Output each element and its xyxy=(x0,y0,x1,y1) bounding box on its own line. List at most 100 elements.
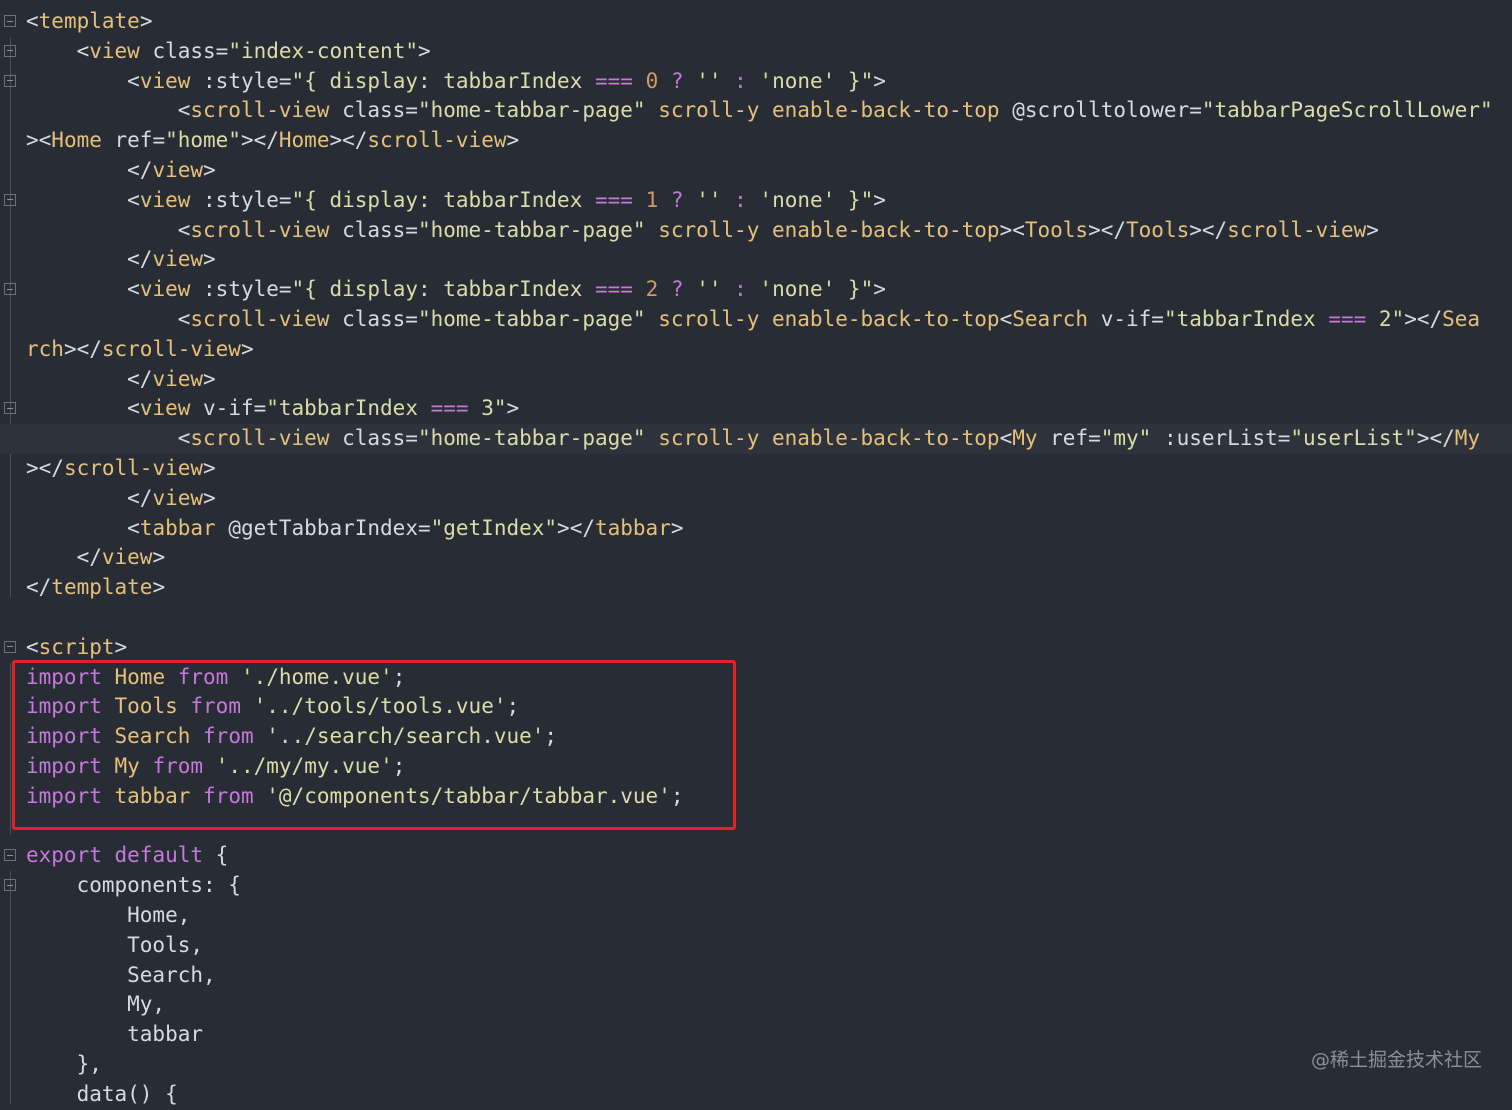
code-line[interactable]: rch></scroll-view> xyxy=(0,335,1512,365)
code-editor[interactable]: <template> <view class="index-content"> … xyxy=(0,0,1512,1106)
fold-toggle-icon[interactable] xyxy=(4,879,16,892)
code-line[interactable]: <scroll-view class="home-tabbar-page" sc… xyxy=(0,305,1512,335)
code-token: 'none' }" xyxy=(746,187,874,212)
fold-toggle-icon[interactable] xyxy=(4,849,16,862)
code-token: view xyxy=(152,247,204,272)
code-text: Home, xyxy=(26,901,190,931)
code-token: components: { xyxy=(26,873,241,898)
code-line[interactable]: <script> xyxy=(0,633,1512,663)
code-token: </ xyxy=(76,545,102,570)
code-token: === xyxy=(594,277,633,302)
code-line[interactable]: My, xyxy=(0,990,1512,1020)
code-token: === xyxy=(594,187,633,212)
code-token: "tabbarPageScrollLower" xyxy=(1201,98,1493,123)
code-line[interactable]: <view :style="{ display: tabbarIndex ===… xyxy=(0,186,1512,216)
code-token: Tools xyxy=(1126,217,1190,242)
code-token: "index-content" xyxy=(228,38,418,63)
code-line[interactable]: components: { xyxy=(0,871,1512,901)
code-token: view xyxy=(101,545,153,570)
fold-toggle-icon[interactable] xyxy=(4,74,16,87)
code-token: ? xyxy=(670,187,684,212)
code-token: view xyxy=(152,485,204,510)
code-line[interactable]: <scroll-view class="home-tabbar-page" sc… xyxy=(0,424,1512,454)
code-line[interactable]: <view class="index-content"> xyxy=(0,37,1512,67)
code-line[interactable] xyxy=(0,603,1512,633)
code-line[interactable]: </template> xyxy=(0,573,1512,603)
code-token: '' xyxy=(683,68,735,93)
code-token: > xyxy=(203,247,216,272)
code-token: < xyxy=(26,9,39,33)
code-token: view xyxy=(152,158,204,182)
code-line[interactable]: export default { xyxy=(0,841,1512,871)
code-line[interactable]: </view> xyxy=(0,484,1512,514)
code-text: </view> xyxy=(26,484,216,514)
code-token: "userList" xyxy=(1290,426,1417,451)
code-text: <scroll-view class="home-tabbar-page" sc… xyxy=(26,305,1480,335)
code-token: < xyxy=(999,426,1013,451)
code-token: 1 xyxy=(645,187,659,212)
code-line[interactable]: ><Home ref="home"></Home></scroll-view> xyxy=(0,126,1512,156)
code-token: </ xyxy=(127,366,153,391)
code-token: 'none' }" xyxy=(746,277,874,302)
code-token: 2" xyxy=(1366,307,1405,331)
code-token: : xyxy=(734,187,747,212)
code-token: v-if= xyxy=(1088,307,1164,331)
code-text: </view> xyxy=(26,245,216,275)
code-line[interactable]: <scroll-view class="home-tabbar-page" sc… xyxy=(0,96,1512,126)
code-token: view xyxy=(139,277,191,302)
fold-toggle-icon[interactable] xyxy=(4,15,16,27)
code-token: "my" xyxy=(1100,426,1152,451)
fold-toggle-icon[interactable] xyxy=(4,640,16,653)
code-token: data() { xyxy=(26,1081,178,1106)
code-text: My, xyxy=(26,990,165,1020)
code-token: view xyxy=(139,68,191,93)
code-text: tabbar xyxy=(26,1020,203,1050)
code-line[interactable]: <tabbar @getTabbarIndex="getIndex"></tab… xyxy=(0,514,1512,544)
code-text: <scroll-view class="home-tabbar-page" sc… xyxy=(26,424,1480,454)
code-line[interactable]: tabbar xyxy=(0,1020,1512,1050)
code-line[interactable]: </view> xyxy=(0,245,1512,275)
code-line[interactable]: </view> xyxy=(0,156,1512,186)
code-token: scroll-view xyxy=(190,217,330,242)
code-line[interactable]: <view :style="{ display: tabbarIndex ===… xyxy=(0,275,1512,305)
code-text: export default { xyxy=(26,841,228,871)
code-line[interactable]: <view :style="{ display: tabbarIndex ===… xyxy=(0,67,1512,97)
code-line[interactable]: </view> xyxy=(0,543,1512,573)
code-token: scroll-view xyxy=(190,426,330,451)
code-line[interactable]: <template> xyxy=(0,7,1512,37)
fold-toggle-icon[interactable] xyxy=(4,193,16,206)
fold-toggle-icon[interactable] xyxy=(4,402,16,415)
code-line[interactable]: Home, xyxy=(0,901,1512,931)
code-line[interactable]: Search, xyxy=(0,961,1512,991)
code-text: components: { xyxy=(26,871,241,901)
code-token: "{ display: tabbarIndex xyxy=(291,68,595,93)
code-token: tabbar xyxy=(139,515,216,540)
code-token: Search, xyxy=(26,962,216,987)
code-token: > xyxy=(203,485,216,510)
code-token: Home xyxy=(51,128,102,153)
code-token: < xyxy=(177,217,191,242)
code-line[interactable]: data() { xyxy=(0,1080,1512,1110)
code-line[interactable]: </view> xyxy=(0,365,1512,395)
code-token: < xyxy=(177,98,191,123)
fold-toggle-icon[interactable] xyxy=(4,44,16,57)
code-token: scroll-view xyxy=(367,128,507,153)
code-text: <template> xyxy=(26,7,152,37)
code-token: scroll-view xyxy=(190,98,330,123)
code-token: :style= xyxy=(190,277,292,302)
code-line[interactable]: <scroll-view class="home-tabbar-page" sc… xyxy=(0,216,1512,246)
code-line[interactable]: Tools, xyxy=(0,931,1512,961)
code-token: template xyxy=(38,9,140,33)
code-line[interactable]: <view v-if="tabbarIndex === 3"> xyxy=(0,394,1512,424)
code-line[interactable]: ></scroll-view> xyxy=(0,454,1512,484)
code-token: '' xyxy=(683,187,735,212)
code-line[interactable]: }, xyxy=(0,1050,1512,1080)
fold-toggle-icon[interactable] xyxy=(4,283,16,296)
